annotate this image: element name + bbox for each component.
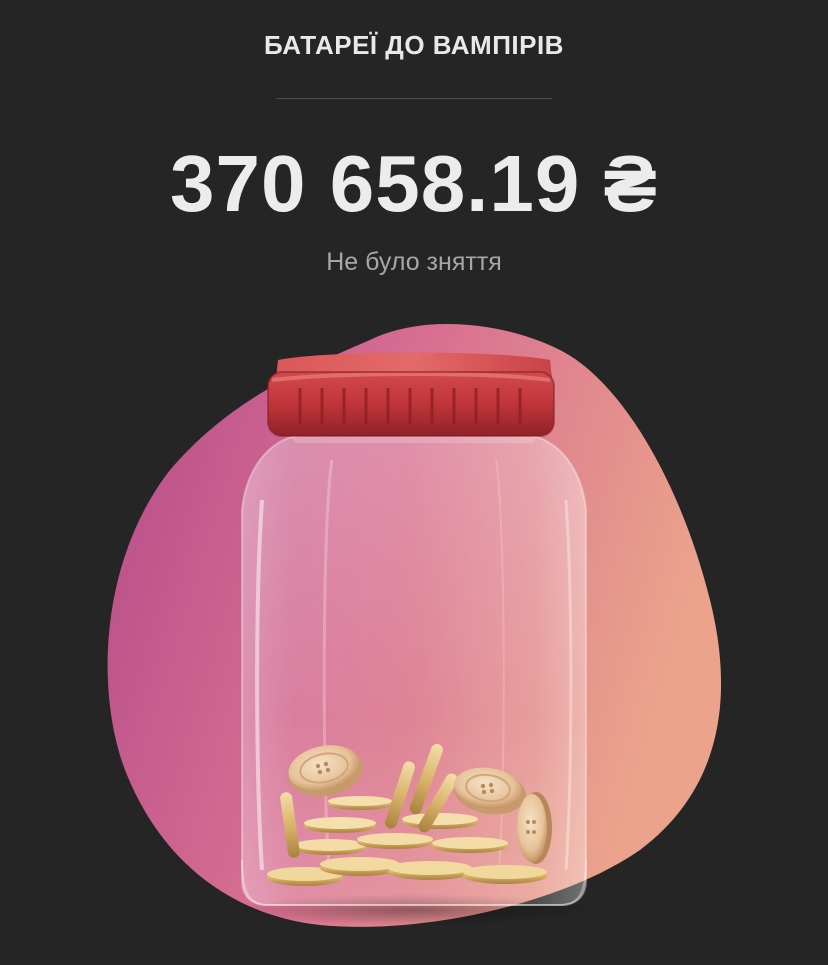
title-divider xyxy=(276,98,552,99)
balance-amount: 370 658.19 ₴ xyxy=(170,139,658,228)
jar-with-coins-icon xyxy=(107,323,722,927)
withdrawal-status: Не було зняття xyxy=(326,248,502,276)
jar-title: БАТАРЕЇ ДО ВАМПІРІВ xyxy=(264,30,564,60)
